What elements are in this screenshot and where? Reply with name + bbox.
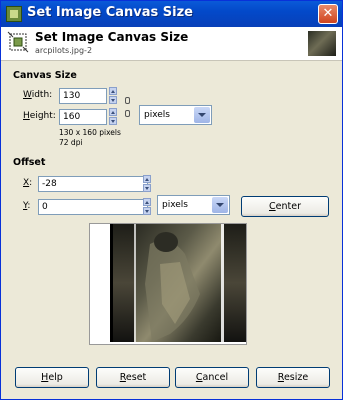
canvas-preview[interactable] [89, 223, 247, 345]
spin-up-icon[interactable] [143, 175, 151, 183]
close-button[interactable]: ✕ [318, 4, 338, 24]
spin-down-icon[interactable] [143, 207, 151, 215]
spin-up-icon[interactable] [143, 198, 151, 206]
canvas-unit-value: pixels [144, 110, 170, 120]
offset-y-spinner[interactable] [143, 198, 151, 216]
dropdown-arrow-icon[interactable] [194, 107, 210, 123]
dropdown-arrow-icon[interactable] [212, 197, 228, 213]
title-bar[interactable]: Set Image Canvas Size ✕ [1, 1, 342, 27]
canvas-unit-select[interactable]: pixels [139, 105, 212, 125]
x-label: X: [23, 178, 33, 188]
reset-button[interactable]: Reset [96, 367, 170, 388]
spin-up-icon[interactable] [109, 87, 117, 95]
offset-x-input[interactable]: -28 [38, 176, 148, 192]
cancel-button[interactable]: Cancel [175, 367, 249, 388]
dialog-header: Set Image Canvas Size arcpilots.jpg-2 [1, 27, 342, 61]
height-input[interactable]: 160 [59, 109, 107, 125]
canvas-size-icon [7, 31, 29, 53]
header-title: Set Image Canvas Size [35, 30, 189, 44]
offset-unit-select[interactable]: pixels [157, 195, 230, 215]
resolution-info: 72 dpi [59, 138, 83, 147]
gimp-icon [6, 6, 22, 22]
header-subtitle: arcpilots.jpg-2 [35, 46, 93, 55]
width-spinner[interactable] [109, 87, 117, 105]
pixel-size-info: 130 x 160 pixels [59, 128, 121, 137]
resize-button[interactable]: Resize [256, 367, 330, 388]
offset-y-input[interactable]: 0 [38, 199, 148, 215]
spin-down-icon[interactable] [109, 96, 117, 104]
spin-up-icon[interactable] [109, 108, 117, 116]
window-title: Set Image Canvas Size [27, 5, 194, 20]
close-icon: ✕ [322, 6, 334, 21]
spin-down-icon[interactable] [143, 184, 151, 192]
height-label: Height: [23, 111, 56, 121]
offset-unit-value: pixels [162, 200, 188, 210]
preview-image [110, 224, 246, 342]
width-input[interactable]: 130 [59, 88, 107, 104]
dialog-window: Set Image Canvas Size ✕ Set Image Canvas… [0, 0, 343, 400]
offset-heading: Offset [13, 157, 46, 168]
center-button[interactable]: Center [241, 196, 329, 217]
width-label: Width: [23, 90, 53, 100]
chain-link-icon[interactable] [124, 95, 131, 125]
spin-down-icon[interactable] [109, 117, 117, 125]
canvas-size-heading: Canvas Size [13, 70, 77, 81]
offset-x-spinner[interactable] [143, 175, 151, 193]
help-button[interactable]: Help [15, 367, 89, 388]
image-thumbnail [308, 31, 336, 56]
height-spinner[interactable] [109, 108, 117, 126]
y-label: Y: [23, 201, 31, 211]
